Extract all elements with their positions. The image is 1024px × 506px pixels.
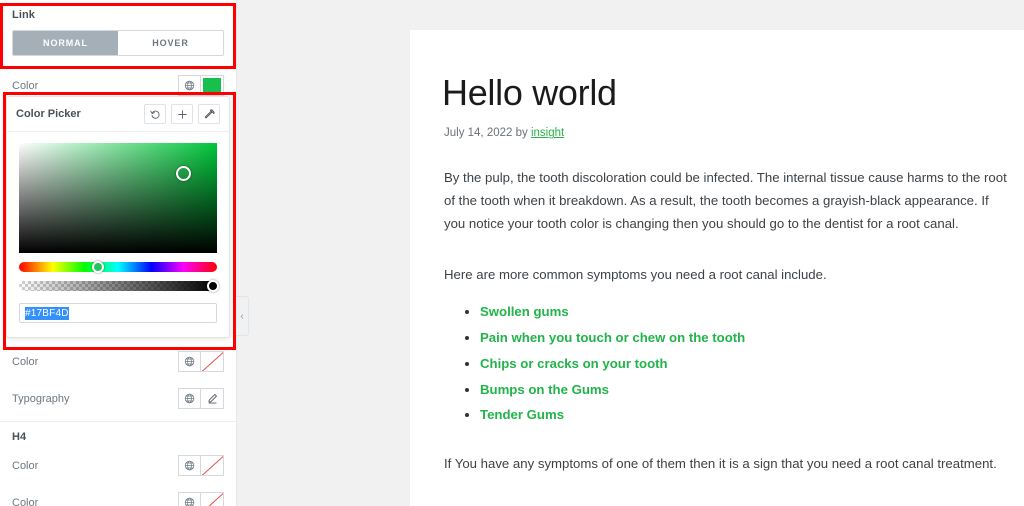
pencil-icon[interactable]: [201, 388, 224, 409]
h4-color-row-secondary: Color: [0, 484, 236, 506]
h3-color-row: Color: [0, 343, 236, 380]
paragraph-intro: By the pulp, the tooth discoloration cou…: [444, 170, 1007, 231]
globe-icon[interactable]: [178, 492, 201, 506]
link-section-title: Link: [12, 9, 36, 21]
h4-color-controls-secondary: [178, 492, 224, 506]
globe-icon[interactable]: [178, 75, 201, 96]
h3-typography-row: Typography: [0, 380, 236, 421]
h4-color-label-secondary: Color: [12, 496, 39, 506]
list-item: Tender Gums: [480, 405, 1010, 425]
paragraph-symptoms-lead: Here are more common symptoms you need a…: [444, 266, 827, 282]
style-settings-panel: Link NORMAL HOVER Color Color Typography…: [0, 0, 237, 506]
h3-color-swatch-empty[interactable]: [201, 351, 224, 372]
h4-color-swatch-empty[interactable]: [201, 455, 224, 476]
h3-typography-controls: [178, 388, 224, 409]
link-state-tabs: NORMAL HOVER: [12, 30, 224, 56]
globe-icon[interactable]: [178, 455, 201, 476]
preview-content: Hello world July 14, 2022 by insight By …: [410, 30, 1024, 506]
saturation-value-area[interactable]: [19, 143, 217, 253]
post-header: Hello world July 14, 2022 by insight: [410, 30, 1024, 139]
paragraph-conclusion: If You have any symptoms of one of them …: [444, 456, 997, 472]
h4-color-swatch-empty-secondary[interactable]: [201, 492, 224, 506]
symptom-link[interactable]: Chips or cracks on your tooth: [480, 356, 668, 371]
globe-icon[interactable]: [178, 351, 201, 372]
link-color-controls: [178, 75, 224, 96]
tab-hover[interactable]: HOVER: [118, 31, 223, 55]
symptom-list: Swollen gums Pain when you touch or chew…: [444, 302, 1010, 425]
add-icon[interactable]: [171, 104, 193, 124]
post-meta: July 14, 2022 by insight: [444, 127, 990, 139]
link-color-swatch[interactable]: [201, 75, 224, 96]
color-picker-body: #17BF4D: [7, 132, 229, 337]
panel-collapse-handle[interactable]: ‹: [236, 296, 249, 336]
h4-color-label: Color: [12, 459, 39, 472]
eyedropper-icon[interactable]: [198, 104, 220, 124]
post-date: July 14, 2022: [444, 127, 513, 140]
reset-icon[interactable]: [144, 104, 166, 124]
globe-icon[interactable]: [178, 388, 201, 409]
hue-slider[interactable]: [19, 261, 217, 273]
editor-app: Link NORMAL HOVER Color Color Typography…: [0, 0, 1024, 506]
hue-slider-knob[interactable]: [92, 261, 105, 273]
symptom-link[interactable]: Tender Gums: [480, 407, 564, 422]
list-item: Swollen gums: [480, 302, 1010, 322]
h3-typography-label: Typography: [12, 392, 70, 405]
link-color-label: Color: [12, 79, 39, 92]
list-item: Bumps on the Gums: [480, 380, 1010, 400]
color-picker-popup: Color Picker #17BF4D: [6, 96, 230, 338]
symptom-link[interactable]: Pain when you touch or chew on the tooth: [480, 330, 745, 345]
color-picker-actions: [144, 104, 220, 124]
alpha-slider[interactable]: [19, 280, 220, 292]
post-author-link[interactable]: insight: [531, 127, 564, 139]
post-by-label: by: [515, 127, 528, 140]
symptom-link[interactable]: Swollen gums: [480, 304, 569, 319]
h3-color-controls: [178, 351, 224, 372]
color-picker-title: Color Picker: [16, 108, 81, 120]
list-item: Chips or cracks on your tooth: [480, 354, 1010, 374]
post-body: By the pulp, the tooth discoloration cou…: [410, 167, 1024, 476]
h4-section-header: H4: [0, 421, 236, 447]
hex-input[interactable]: #17BF4D: [19, 303, 217, 323]
hex-input-value: #17BF4D: [25, 306, 69, 320]
saturation-value-handle[interactable]: [175, 166, 191, 182]
color-picker-header: Color Picker: [7, 97, 229, 132]
h4-color-row: Color: [0, 447, 236, 484]
h4-color-controls: [178, 455, 224, 476]
h4-section-title: H4: [12, 431, 27, 443]
h3-color-label: Color: [12, 355, 39, 368]
symptom-link[interactable]: Bumps on the Gums: [480, 382, 609, 397]
list-item: Pain when you touch or chew on the tooth: [480, 328, 1010, 348]
page-title: Hello world: [442, 72, 617, 113]
tab-normal[interactable]: NORMAL: [13, 31, 118, 55]
link-section: Link NORMAL HOVER: [0, 0, 236, 67]
alpha-slider-knob[interactable]: [207, 280, 220, 292]
